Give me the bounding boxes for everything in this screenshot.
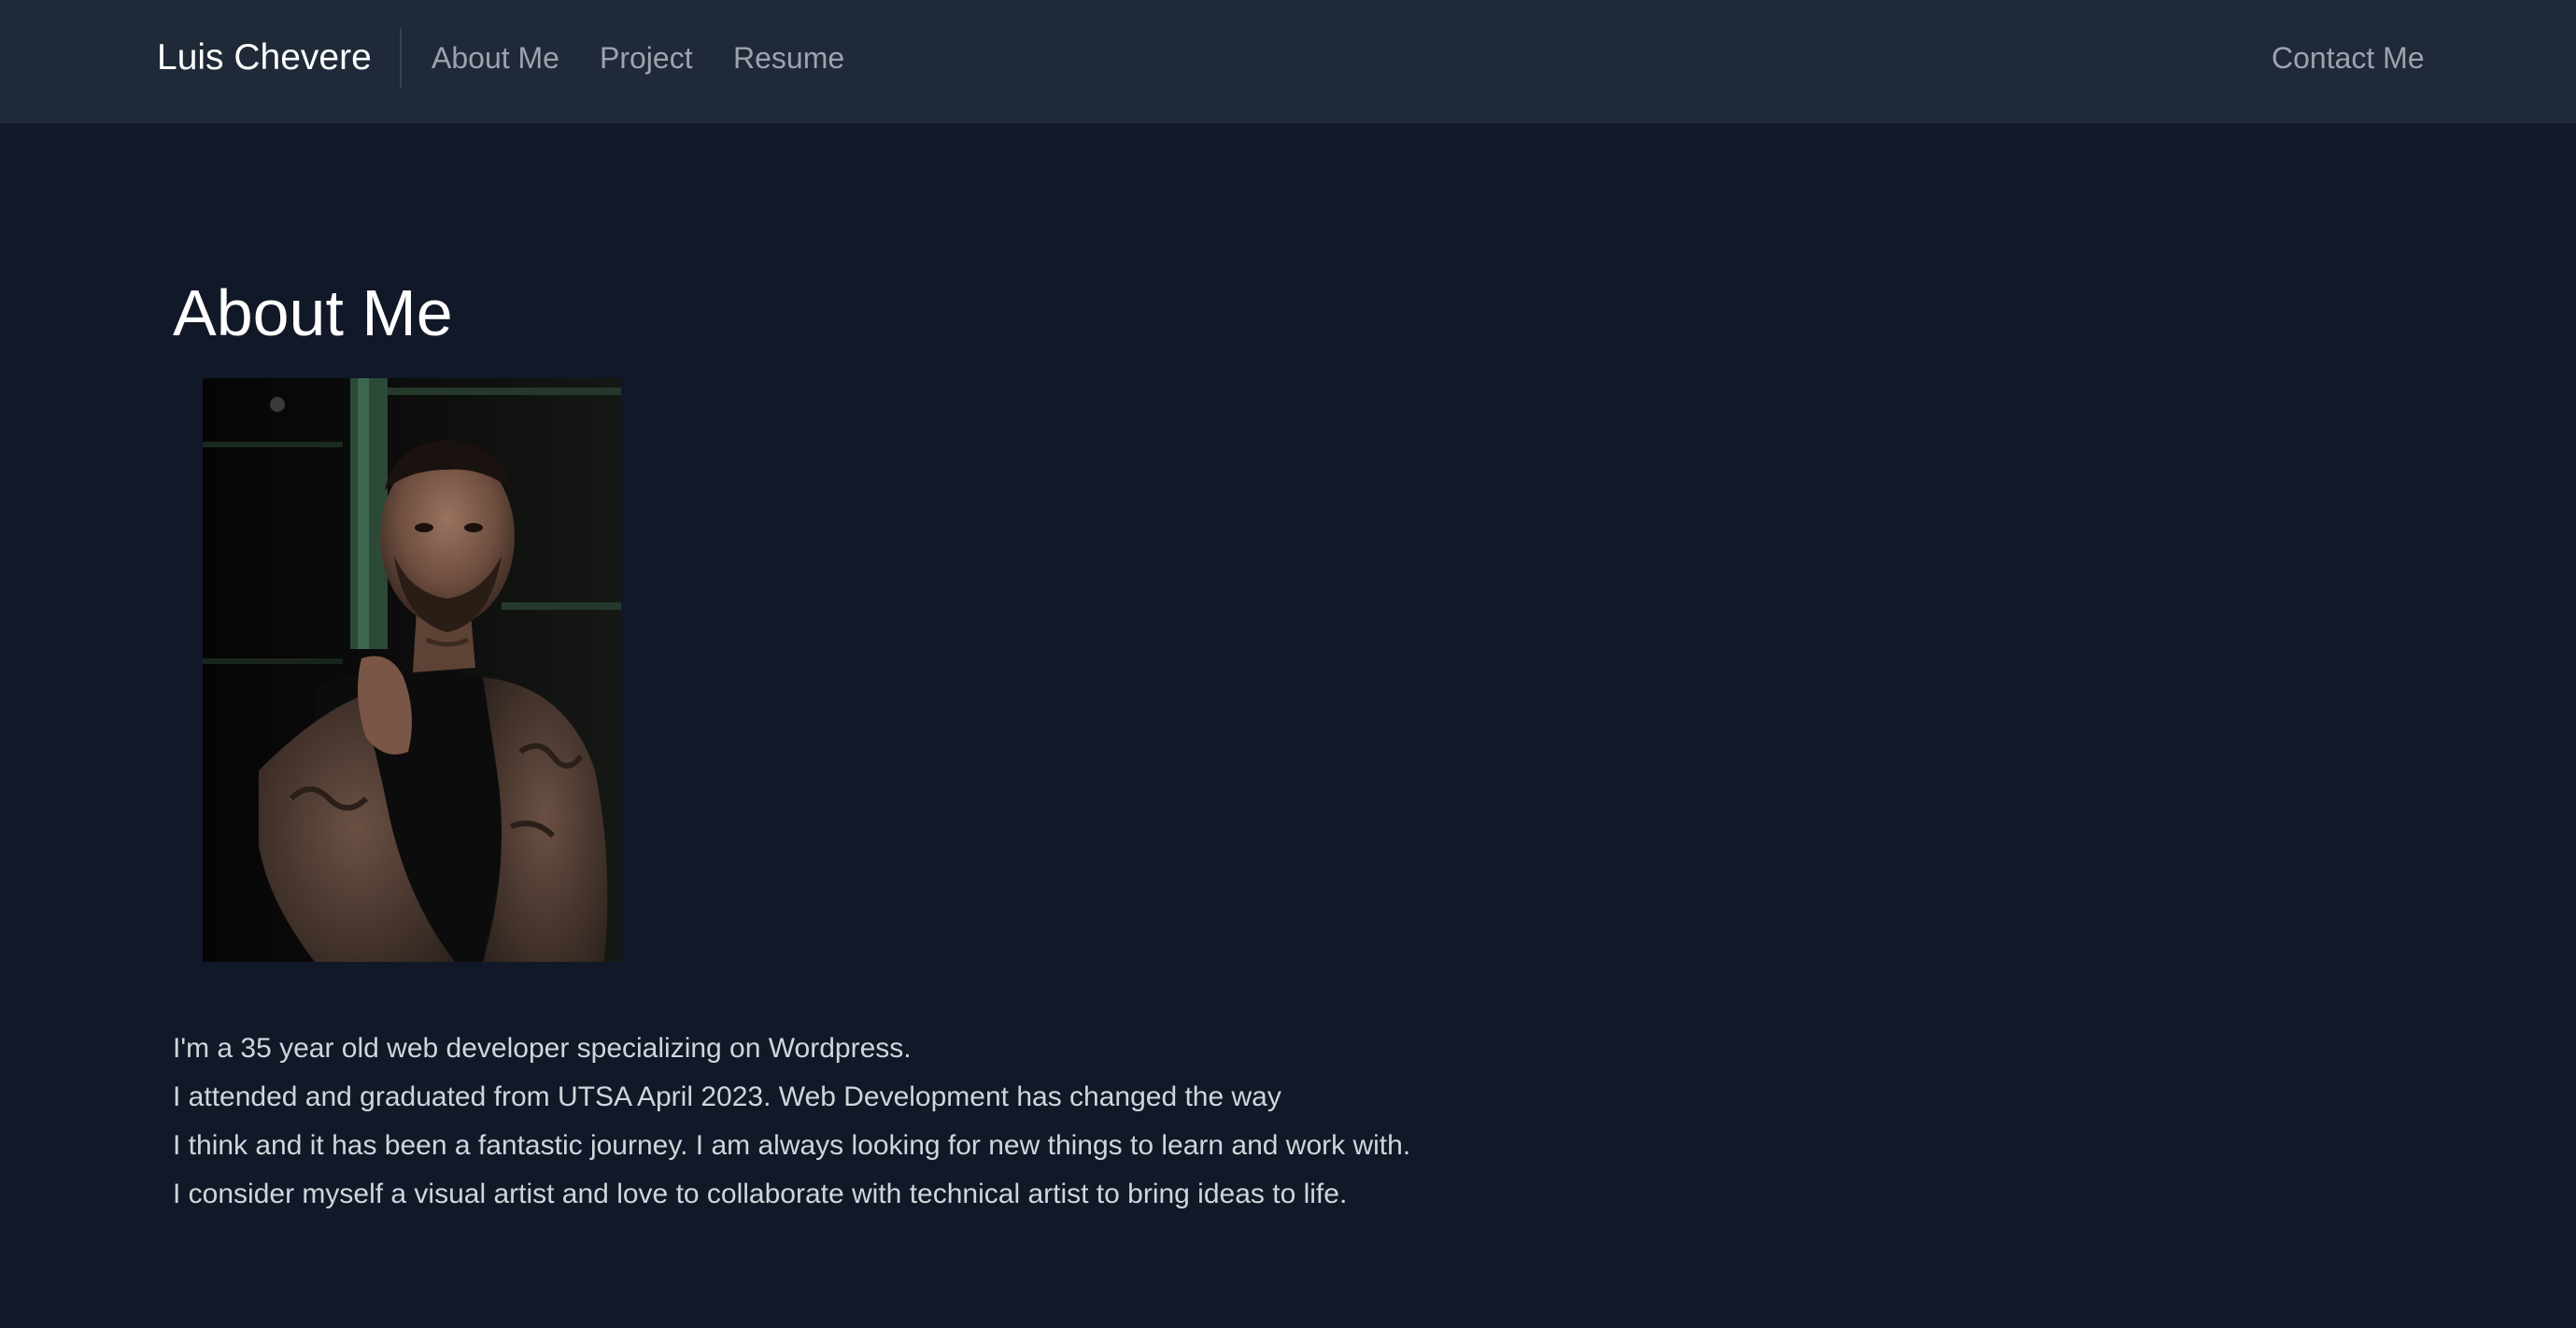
page-title: About Me (173, 276, 453, 349)
nav-link-contact-me[interactable]: Contact Me (2272, 37, 2425, 78)
bio-line: I attended and graduated from UTSA April… (173, 1081, 1281, 1112)
navbar: Luis Chevere About Me Project Resume Con… (0, 0, 2576, 123)
bio-text: I'm a 35 year old web developer speciali… (173, 1024, 1947, 1219)
nav-link-about-me[interactable]: About Me (432, 37, 559, 78)
nav-divider (400, 28, 402, 88)
brand-link[interactable]: Luis Chevere (157, 35, 372, 80)
bio-line: I think and it has been a fantastic jour… (173, 1130, 1411, 1161)
nav-link-resume[interactable]: Resume (733, 37, 844, 78)
profile-photo (203, 378, 621, 962)
nav-link-project[interactable]: Project (600, 37, 693, 78)
bio-line: I consider myself a visual artist and lo… (173, 1179, 1348, 1209)
bio-line: I'm a 35 year old web developer speciali… (173, 1033, 912, 1064)
